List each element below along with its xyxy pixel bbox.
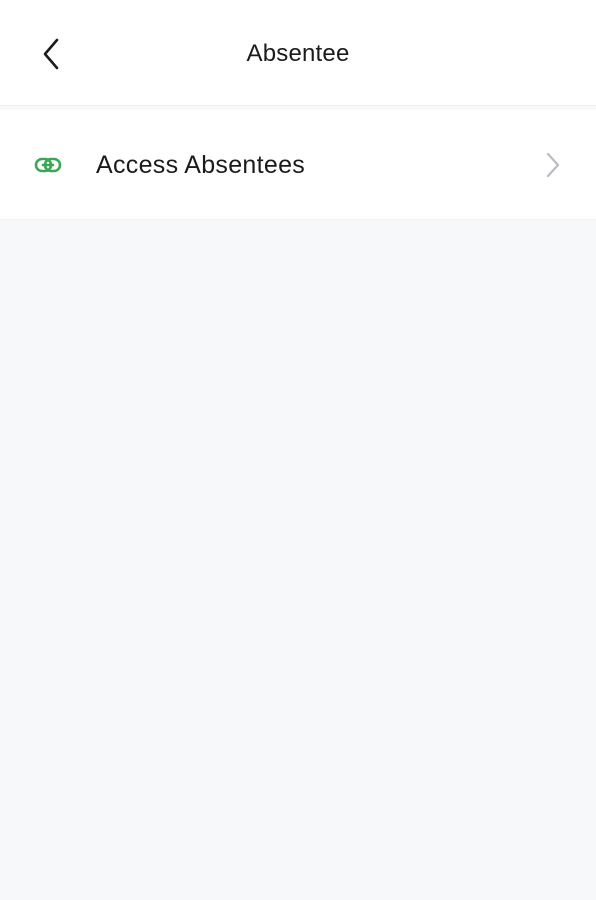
chevron-right-icon (540, 150, 566, 180)
menu-item-label: Access Absentees (96, 151, 306, 179)
menu-list: Access Absentees (0, 110, 596, 220)
menu-item-access-absentees[interactable]: Access Absentees (0, 110, 596, 220)
page-title: Absentee (246, 40, 350, 67)
link-icon (33, 150, 63, 180)
app-header: Absentee (0, 0, 596, 106)
